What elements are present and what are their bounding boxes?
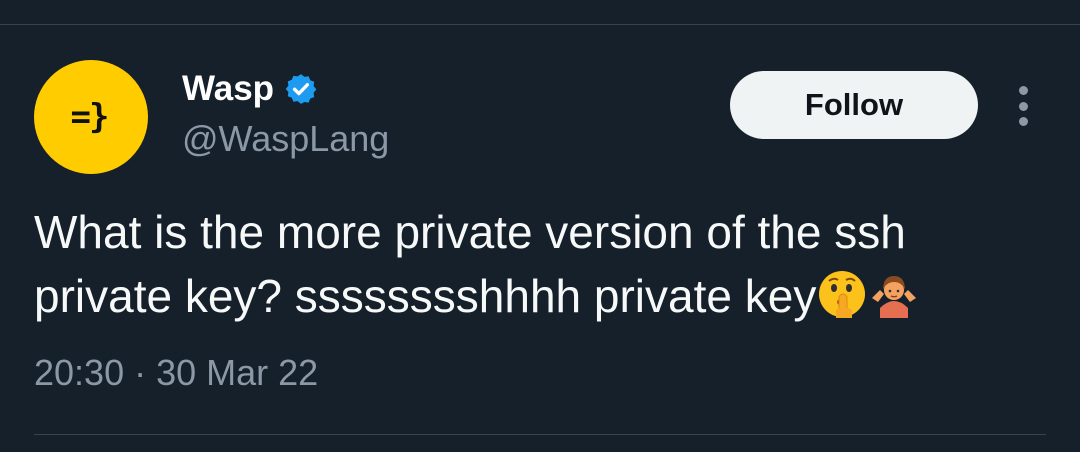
avatar-logo-text: =} [70, 97, 110, 137]
person-shrugging-emoji-icon [868, 268, 920, 320]
tweet-timestamp-link[interactable]: 20:30 · 30 Mar 22 [34, 352, 318, 394]
dot [1018, 86, 1028, 95]
author-name-row[interactable]: Wasp [182, 66, 318, 112]
dot [1018, 117, 1028, 126]
top-divider [0, 24, 1080, 25]
tweet-text: What is the more private version of the … [34, 200, 1044, 328]
verified-badge-icon [284, 72, 318, 106]
tweet-text-body: What is the more private version of the … [34, 206, 906, 322]
follow-button[interactable]: Follow [730, 71, 978, 139]
dot [1018, 101, 1028, 111]
shushing-face-emoji-icon [816, 268, 868, 320]
author-handle[interactable]: @WaspLang [182, 118, 389, 160]
avatar[interactable]: =} [34, 60, 148, 174]
more-options-icon[interactable] [1014, 86, 1032, 126]
author-display-name[interactable]: Wasp [182, 69, 274, 109]
bottom-divider [34, 434, 1046, 435]
